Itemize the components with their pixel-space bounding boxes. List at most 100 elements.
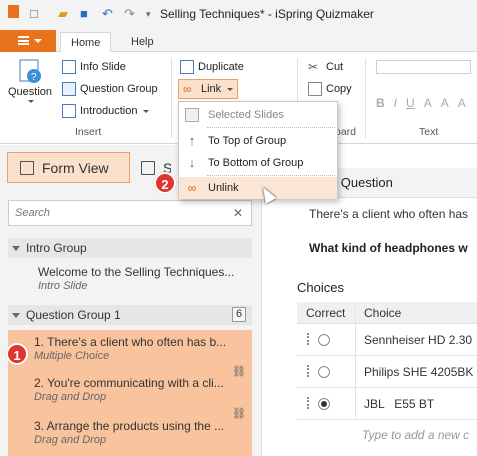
menu-item-label: Selected Slides (208, 109, 284, 121)
search-box: ✕ (8, 200, 252, 226)
add-choice-input[interactable]: Type to add a new c (356, 428, 469, 442)
correct-radio[interactable] (318, 365, 330, 378)
menu-item-label: To Bottom of Group (208, 157, 304, 169)
cut-button[interactable]: ✂ Cut (308, 60, 343, 74)
list-item[interactable]: 2. You're communicating with a cli... Dr… (8, 366, 252, 412)
correct-cell (297, 356, 356, 387)
clipboard-group-label: oard (335, 126, 357, 138)
column-header-correct: Correct (297, 302, 356, 323)
column-header-choice: Choice (364, 305, 402, 320)
chevron-down-icon (143, 109, 150, 113)
intro-group-header[interactable]: Intro Group (8, 238, 252, 258)
arrow-down-icon: ↓ (188, 155, 196, 170)
copy-icon (308, 82, 322, 96)
choice-text[interactable]: Sennheiser HD 2.30 (356, 333, 472, 347)
tab-help[interactable]: Help (121, 32, 164, 53)
question-button[interactable]: ? Question (8, 58, 52, 103)
correct-radio[interactable] (318, 333, 330, 346)
search-input[interactable] (15, 202, 215, 224)
bold-button[interactable]: B (376, 96, 385, 110)
table-row[interactable]: Type to add a new c (297, 420, 477, 450)
table-header: Correct Choice (297, 302, 477, 324)
file-menu-button[interactable] (0, 30, 56, 52)
choice-text[interactable]: Philips SHE 4205BK (356, 365, 473, 379)
question-group-label: Question Group 1 (26, 308, 121, 322)
decrease-font-button[interactable]: A (458, 96, 466, 110)
link-button[interactable]: ∞ Link (178, 79, 239, 99)
menu-item-selected-slides[interactable]: Selected Slides (179, 104, 337, 126)
slide-type: Drag and Drop (34, 391, 107, 403)
ribbon-divider (365, 58, 366, 138)
chevron-down-icon[interactable] (12, 312, 20, 318)
chevron-down-icon (227, 87, 234, 91)
form-view-button[interactable]: Form View (7, 152, 130, 183)
new-file-icon[interactable]: □ (30, 6, 38, 21)
menu-item-unlink[interactable]: ∞ Unlink (179, 177, 337, 199)
undo-icon[interactable]: ↶ (102, 6, 113, 22)
underline-button[interactable]: U (406, 96, 415, 110)
app-logo-icon (8, 5, 19, 18)
text-group-label: Text (419, 126, 439, 138)
form-view-icon (20, 160, 34, 175)
question-text-field[interactable]: There's a client who often has (309, 207, 468, 221)
slide-type: Multiple Choice (34, 350, 110, 362)
table-row[interactable]: Philips SHE 4205BK (297, 356, 477, 388)
slide-type: Drag and Drop (34, 434, 107, 446)
list-item[interactable]: 1. There's a client who often has b... M… (8, 330, 252, 370)
list-item[interactable]: 3. Arrange the products using the ... Dr… (8, 408, 252, 456)
svg-text:?: ? (31, 72, 37, 83)
copy-label: Copy (326, 83, 352, 95)
save-icon[interactable]: ■ (80, 6, 88, 21)
italic-button[interactable]: I (394, 96, 397, 110)
choice-text[interactable]: JBL E55 BT (356, 397, 434, 411)
insert-group-label: Insert (75, 126, 102, 138)
open-folder-icon[interactable]: ▰ (58, 6, 68, 22)
arrow-up-icon: ↑ (188, 133, 196, 148)
increase-font-button[interactable]: A (441, 96, 449, 110)
customize-toolbar-icon[interactable]: ▾ (146, 9, 151, 20)
drag-handle-icon[interactable] (307, 397, 309, 409)
tab-home[interactable]: Home (60, 32, 112, 53)
menu-item-to-top[interactable]: ↑ To Top of Group (179, 130, 337, 152)
question-label: Question (8, 86, 53, 98)
title-bar: □ ▰ ■ ↶ ↷ ▾ Selling Techniques* - iSprin… (0, 0, 477, 28)
menu-item-to-bottom[interactable]: ↓ To Bottom of Group (179, 152, 337, 174)
menu-icon (18, 36, 29, 45)
slide-view-icon (141, 160, 155, 175)
link-icon: ∞ (183, 82, 192, 96)
redo-icon[interactable]: ↷ (124, 6, 135, 22)
question-icon: ? (19, 59, 42, 83)
introduction-button[interactable]: Introduction (62, 104, 150, 118)
font-family-select[interactable] (376, 60, 471, 74)
ribbon-tabs: Home Help (0, 28, 477, 53)
slide-title: 1. There's a client who often has b... (34, 335, 227, 349)
list-item[interactable]: Welcome to the Selling Techniques... Int… (8, 265, 252, 299)
cut-label: Cut (326, 61, 344, 73)
close-icon[interactable]: ✕ (233, 206, 243, 220)
correct-radio[interactable] (318, 397, 330, 410)
info-slide-button[interactable]: Info Slide (62, 60, 126, 74)
drag-handle-icon[interactable] (307, 365, 309, 377)
introduction-label: Introduction (80, 105, 138, 117)
slides-icon (185, 108, 199, 122)
menu-divider (207, 127, 335, 128)
info-slide-label: Info Slide (80, 61, 126, 73)
link-icon: ⛓ (232, 366, 246, 378)
info-slide-icon (62, 60, 76, 74)
step-marker-1: 1 (6, 343, 28, 365)
question-group-header[interactable]: Question Group 1 6 (8, 305, 252, 325)
menu-divider (207, 175, 335, 176)
drag-handle-icon[interactable] (307, 333, 309, 345)
copy-button[interactable]: Copy (308, 82, 352, 96)
unlink-icon: ∞ (187, 181, 197, 195)
question-group-label: Question Group (80, 83, 158, 95)
font-color-button[interactable]: A (424, 96, 432, 110)
duplicate-button[interactable]: Duplicate (180, 60, 244, 74)
step-marker-2: 2 (154, 172, 176, 194)
table-row[interactable]: JBL E55 BT (297, 388, 477, 420)
chevron-down-icon[interactable] (12, 245, 20, 251)
question-prompt-field[interactable]: What kind of headphones w (309, 241, 468, 255)
table-row[interactable]: Sennheiser HD 2.30 (297, 324, 477, 356)
correct-cell (297, 388, 356, 419)
question-group-button[interactable]: Question Group (62, 82, 158, 96)
